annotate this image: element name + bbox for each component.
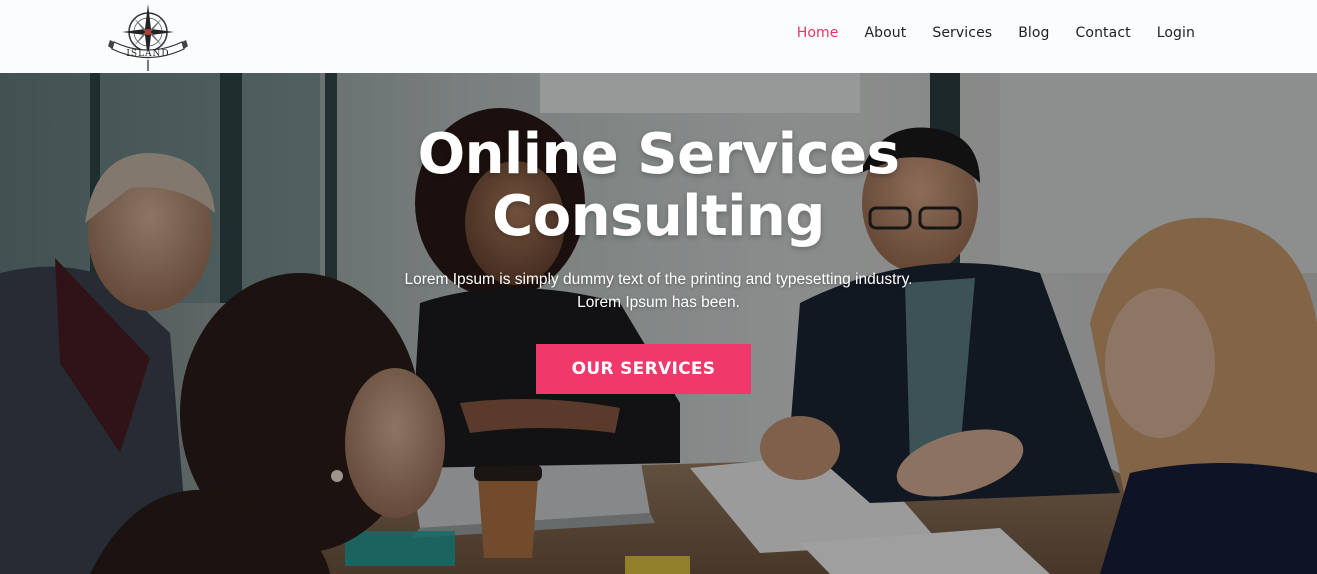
our-services-button[interactable]: OUR SERVICES — [536, 344, 751, 394]
main-nav: Home About Services Blog Contact Login — [771, 0, 1195, 66]
hero-content: Online Services Consulting Lorem Ipsum i… — [0, 73, 1317, 574]
hero-subtitle: Lorem Ipsum is simply dummy text of the … — [0, 268, 1317, 314]
site-header: ISLAND Home About Services Blog Contact … — [0, 0, 1317, 73]
logo-text: ISLAND — [126, 49, 169, 59]
nav-blog[interactable]: Blog — [1018, 25, 1049, 41]
hero-subtitle-line-1: Lorem Ipsum is simply dummy text of the … — [404, 271, 913, 288]
hero-subtitle-line-2: Lorem Ipsum has been. — [577, 294, 740, 311]
hero-section: Online Services Consulting Lorem Ipsum i… — [0, 73, 1317, 574]
hero-title-line-2: Consulting — [492, 184, 825, 249]
compass-rose-icon: ISLAND — [108, 4, 188, 71]
nav-about[interactable]: About — [864, 25, 906, 41]
site-logo[interactable]: ISLAND — [106, 2, 190, 72]
nav-services[interactable]: Services — [932, 25, 992, 41]
nav-home[interactable]: Home — [797, 25, 839, 41]
hero-title-line-1: Online Services — [417, 122, 900, 187]
nav-login[interactable]: Login — [1157, 25, 1195, 41]
nav-contact[interactable]: Contact — [1076, 25, 1131, 41]
hero-title: Online Services Consulting — [0, 124, 1317, 248]
